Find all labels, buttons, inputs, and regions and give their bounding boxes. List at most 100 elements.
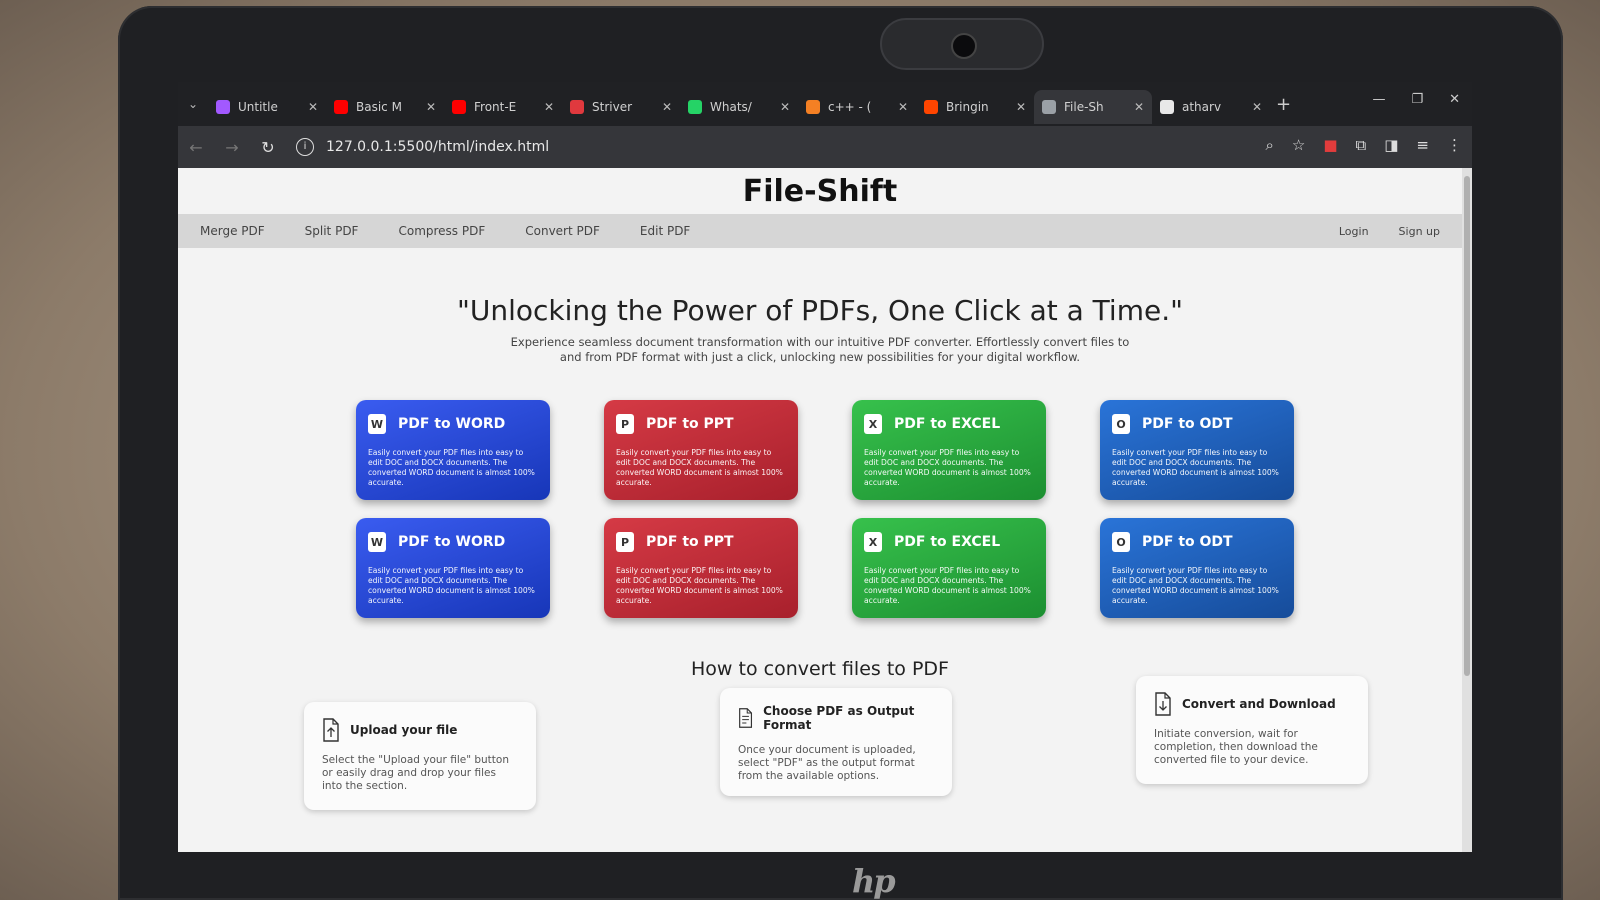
converter-card[interactable]: P PDF to PPT Easily convert your PDF files… [604,400,798,500]
step-title: Upload your file [350,723,458,737]
card-title: PDF to EXCEL [894,416,1001,432]
card-title: PDF to PPT [646,416,734,432]
file-type-icon: P [616,414,634,434]
signup-link[interactable]: Sign up [1399,225,1440,238]
browser-tab[interactable]: atharv ✕ [1152,90,1270,124]
zoom-icon[interactable]: ⌕ [1265,136,1273,154]
web-page: File-Shift Merge PDF Split PDF Compress … [178,168,1462,852]
tab-title: Untitle [238,100,278,114]
minimize-icon[interactable]: — [1372,92,1385,107]
back-button[interactable]: ← [178,138,214,157]
browser-tab[interactable]: Front-E ✕ [444,90,562,124]
site-info-icon[interactable]: i [296,138,314,156]
figma-icon [216,100,230,114]
how-to-step: Choose PDF as Output Format Once your doc… [720,688,952,796]
converter-card[interactable]: O PDF to ODT Easily convert your PDF files… [1100,518,1294,618]
browser-toolbar: ← → ↻ i 127.0.0.1:5500/html/index.html ⌕… [178,126,1472,168]
tab-close-icon[interactable]: ✕ [1252,100,1262,114]
browser-tab[interactable]: File-Sh ✕ [1034,90,1152,124]
stackoverflow-icon [806,100,820,114]
card-header: O PDF to ODT [1112,414,1282,434]
restore-icon[interactable]: ❐ [1411,92,1423,107]
steps-list: Upload your file Select the "Upload your … [304,676,1368,810]
close-window-icon[interactable]: ✕ [1449,92,1460,107]
card-description: Easily convert your PDF files into easy … [864,566,1031,605]
new-tab-button[interactable]: + [1276,94,1291,115]
hp-logo: hp [852,862,896,900]
extensions-puzzle-icon[interactable]: ⧉ [1356,136,1367,154]
nav-merge-pdf[interactable]: Merge PDF [200,224,265,238]
url-text[interactable]: 127.0.0.1:5500/html/index.html [326,139,549,155]
browser-tab[interactable]: Bringin ✕ [916,90,1034,124]
login-link[interactable]: Login [1339,225,1369,238]
browser-tab-strip: ⌄ Untitle ✕ Basic M ✕ Front-E ✕ Striver ✕ Whats/… [178,82,1472,126]
browser-tab[interactable]: Whats/ ✕ [680,90,798,124]
nav-compress-pdf[interactable]: Compress PDF [398,224,485,238]
card-header: X PDF to EXCEL [864,414,1034,434]
file-type-icon: X [864,532,882,552]
card-description: Easily convert your PDF files into easy … [1112,566,1279,605]
converter-card[interactable]: W PDF to WORD Easily convert your PDF file… [356,518,550,618]
page-scrollbar[interactable] [1462,168,1472,852]
bookmark-star-icon[interactable]: ☆ [1292,136,1305,154]
tab-title: Bringin [946,100,989,114]
striver-icon [570,100,584,114]
file-type-icon: W [368,532,386,552]
tab-close-icon[interactable]: ✕ [426,100,436,114]
card-description: Easily convert your PDF files into easy … [368,448,535,487]
webcam-housing [880,18,1044,70]
tab-title: Front-E [474,100,517,114]
laptop-screen: ⌄ Untitle ✕ Basic M ✕ Front-E ✕ Striver ✕ Whats/… [178,82,1472,852]
profile-icon[interactable]: ≡ [1416,136,1429,154]
hero-subtitle: Experience seamless document transformat… [510,335,1130,364]
scrollbar-thumb[interactable] [1464,176,1470,676]
browser-tab[interactable]: c++ - (✕ [798,90,916,124]
tab-title: Striver [592,100,633,114]
browser-tab[interactable]: Untitle ✕ [208,90,326,124]
window-controls: — ❐ ✕ [1372,92,1460,107]
tab-close-icon[interactable]: ✕ [1016,100,1026,114]
converter-card[interactable]: P PDF to PPT Easily convert your PDF files… [604,518,798,618]
file-type-icon: X [864,414,882,434]
step-description: Initiate conversion, wait for completion… [1154,728,1318,766]
reload-button[interactable]: ↻ [250,138,286,157]
browser-menu-icon[interactable]: ⋮ [1447,136,1462,154]
browser-tab[interactable]: Striver ✕ [562,90,680,124]
tab-close-icon[interactable]: ✕ [544,100,554,114]
whatsapp-icon [688,100,702,114]
card-description: Easily convert your PDF files into easy … [1112,448,1279,487]
card-header: P PDF to PPT [616,414,786,434]
tab-close-icon[interactable]: ✕ [662,100,672,114]
converter-card[interactable]: X PDF to EXCEL Easily convert your PDF fil… [852,518,1046,618]
card-description: Easily convert your PDF files into easy … [616,566,783,605]
card-header: O PDF to ODT [1112,532,1282,552]
browser-tab[interactable]: Basic M ✕ [326,90,444,124]
tab-close-icon[interactable]: ✕ [308,100,318,114]
tab-close-icon[interactable]: ✕ [1134,100,1144,114]
converter-card[interactable]: W PDF to WORD Easily convert your PDF file… [356,400,550,500]
forward-button[interactable]: → [214,138,250,157]
nav-edit-pdf[interactable]: Edit PDF [640,224,690,238]
tab-title: atharv [1182,100,1222,114]
youtube-icon [334,100,348,114]
auth-links: Login Sign up [1339,225,1440,238]
tab-close-icon[interactable]: ✕ [780,100,790,114]
tab-title: File-Sh [1064,100,1104,114]
address-bar[interactable]: i 127.0.0.1:5500/html/index.html [296,138,549,156]
step-header: Upload your file [322,718,518,742]
file-type-icon: O [1112,532,1130,552]
tab-list: Untitle ✕ Basic M ✕ Front-E ✕ Striver ✕ Whats/✕ c… [208,84,1270,124]
tab-search-icon[interactable]: ⌄ [178,97,208,111]
tab-close-icon[interactable]: ✕ [898,100,908,114]
nav-split-pdf[interactable]: Split PDF [305,224,359,238]
card-title: PDF to PPT [646,534,734,550]
extension-icon[interactable]: ■ [1323,136,1337,154]
side-panel-icon[interactable]: ◨ [1384,136,1398,154]
tab-title: Basic M [356,100,402,114]
step-description: Select the "Upload your file" button or … [322,754,509,792]
nav-convert-pdf[interactable]: Convert PDF [525,224,600,238]
converter-card[interactable]: O PDF to ODT Easily convert your PDF files… [1100,400,1294,500]
card-title: PDF to WORD [398,416,506,432]
hero-quote: "Unlocking the Power of PDFs, One Click … [456,294,1183,327]
converter-card[interactable]: X PDF to EXCEL Easily convert your PDF fil… [852,400,1046,500]
